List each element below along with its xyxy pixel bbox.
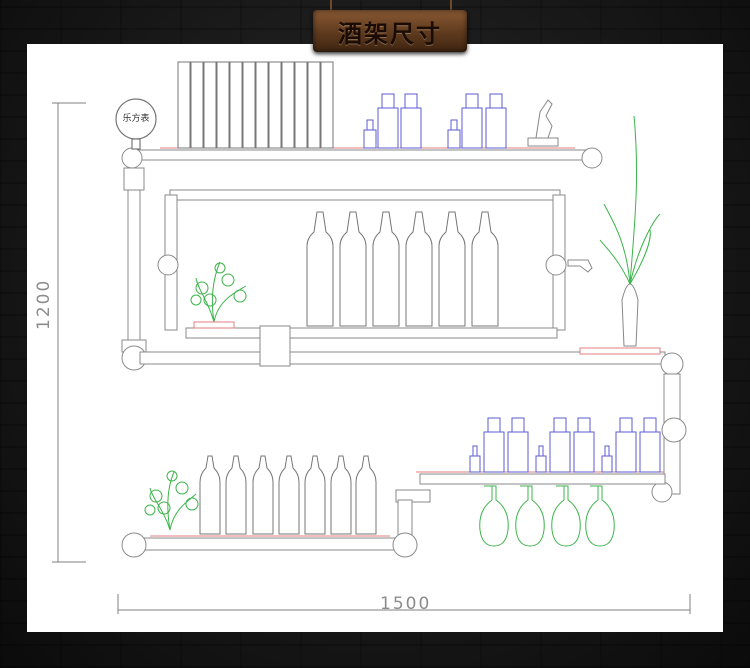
width-dimension: 1500 xyxy=(380,594,432,614)
bottom-shelf xyxy=(121,532,418,558)
gauge-icon xyxy=(115,98,157,150)
wine-glasses xyxy=(479,485,615,547)
height-dimension: 1200 xyxy=(34,278,54,330)
middle-bottles xyxy=(306,211,499,327)
plant-icon xyxy=(190,261,247,323)
bottom-bottles xyxy=(199,455,377,535)
left-pipe xyxy=(121,167,147,371)
bottom-plant-icon xyxy=(144,470,199,531)
top-shelf xyxy=(121,147,603,169)
wine-rack-drawing xyxy=(52,61,691,614)
planter xyxy=(193,321,235,329)
books xyxy=(177,61,334,149)
tap-icon xyxy=(567,259,593,273)
reeds xyxy=(599,115,661,285)
lower-right-bottles xyxy=(469,417,661,473)
microscope-icon xyxy=(527,99,559,147)
lower-right-shelf xyxy=(395,471,666,546)
middle-frame xyxy=(139,189,666,367)
top-bottles xyxy=(363,93,507,149)
gauge-label: 乐方表 xyxy=(122,114,150,124)
vase-icon xyxy=(579,283,661,355)
